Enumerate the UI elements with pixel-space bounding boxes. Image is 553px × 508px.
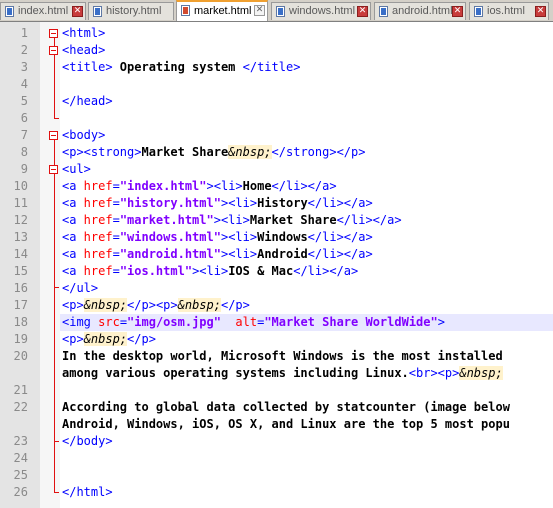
fold-margin[interactable] (40, 22, 60, 508)
tab-windows-html[interactable]: windows.html ✕ (271, 2, 371, 20)
line-number: 9 (20, 162, 28, 176)
html-file-icon (474, 6, 483, 17)
tab-index-html[interactable]: index.html ✕ (0, 2, 86, 20)
code-line-22: According to global data collected by st… (62, 400, 510, 414)
line-number: 11 (13, 196, 28, 210)
line-number: 6 (20, 111, 28, 125)
line-number: 10 (13, 179, 28, 193)
line-number: 21 (13, 383, 28, 397)
code-line-2: <head> (62, 43, 106, 57)
tab-ios-html[interactable]: ios.html ✕ (469, 2, 549, 20)
line-number: 2 (20, 43, 28, 57)
tab-label: ios.html (487, 5, 525, 17)
line-number: 17 (13, 298, 28, 312)
code-line-26: </html> (62, 485, 113, 499)
code-line-14: <a href="android.html"><li>Android</li><… (62, 247, 373, 261)
close-tab-icon[interactable]: ✕ (357, 6, 368, 17)
line-number: 4 (20, 77, 28, 91)
code-line-20-wrap: among various operating systems includin… (62, 366, 503, 380)
tab-market-html[interactable]: market.html ✕ (176, 0, 268, 21)
code-line-1: <html> (62, 26, 106, 40)
tab-label: index.html (18, 5, 69, 17)
tab-label: market.html (194, 5, 252, 17)
line-number: 16 (13, 281, 28, 295)
code-line-15: <a href="ios.html"><li>IOS & Mac</li></a… (62, 264, 359, 278)
close-tab-icon[interactable]: ✕ (452, 6, 463, 17)
html-file-icon (5, 6, 14, 17)
code-line-10: <a href="index.html"><li>Home</li></a> (62, 179, 337, 193)
tab-label: windows.html (289, 5, 356, 17)
close-tab-icon[interactable]: ✕ (535, 6, 546, 17)
code-line-11: <a href="history.html"><li>History</li><… (62, 196, 373, 210)
tab-label: history.html (106, 5, 162, 17)
line-number: 26 (13, 485, 28, 499)
tab-android-html[interactable]: android.html ✕ (374, 2, 466, 20)
html-file-icon (181, 5, 190, 16)
fold-end-marker (54, 287, 59, 288)
tab-label: android.html (392, 5, 453, 17)
line-number: 13 (13, 230, 28, 244)
fold-toggle-icon[interactable] (49, 46, 58, 55)
code-line-8: <p><strong>Market Share&nbsp;</strong></… (62, 145, 366, 159)
fold-toggle-icon[interactable] (49, 29, 58, 38)
code-line-23: </body> (62, 434, 113, 448)
line-number: 18 (13, 315, 28, 329)
tab-history-html[interactable]: history.html (88, 2, 174, 20)
code-line-19: <p>&nbsp;</p> (62, 332, 156, 346)
tab-bar: index.html ✕ history.html market.html ✕ … (0, 0, 553, 22)
line-number: 22 (13, 400, 28, 414)
line-number: 12 (13, 213, 28, 227)
fold-end-marker (54, 492, 59, 493)
code-editor[interactable]: <html> <head> <title> Operating system <… (60, 22, 553, 508)
code-line-9: <ul> (62, 162, 91, 176)
code-line-13: <a href="windows.html"><li>Windows</li><… (62, 230, 373, 244)
html-file-icon (379, 6, 388, 17)
fold-end-marker (54, 118, 59, 119)
code-line-16: </ul> (62, 281, 99, 295)
line-number: 15 (13, 264, 28, 278)
line-number: 7 (20, 128, 28, 142)
html-file-icon (93, 6, 102, 17)
fold-toggle-icon[interactable] (49, 165, 58, 174)
line-number: 23 (13, 434, 28, 448)
html-file-icon (276, 6, 285, 17)
line-number: 3 (20, 60, 28, 74)
line-number: 14 (13, 247, 28, 261)
line-number: 5 (20, 94, 28, 108)
code-line-5: </head> (62, 94, 113, 108)
code-line-22-wrap: Android, Windows, iOS, OS X, and Linux a… (62, 417, 510, 431)
code-line-18: <img src="img/osm.jpg" alt="Market Share… (62, 315, 445, 329)
line-number: 24 (13, 451, 28, 465)
close-tab-icon[interactable]: ✕ (72, 6, 83, 17)
fold-line (54, 140, 55, 492)
line-number-gutter[interactable]: 1 2 3 4 5 6 7 8 9 10 11 12 13 14 15 16 1… (0, 22, 40, 508)
code-line-17: <p>&nbsp;</p><p>&nbsp;</p> (62, 298, 250, 312)
line-number: 1 (20, 26, 28, 40)
code-line-3: <title> Operating system </title> (62, 60, 301, 74)
code-line-12: <a href="market.html"><li>Market Share</… (62, 213, 402, 227)
fold-end-marker (54, 441, 59, 442)
line-number: 8 (20, 145, 28, 159)
fold-toggle-icon[interactable] (49, 131, 58, 140)
close-tab-icon[interactable]: ✕ (254, 5, 265, 16)
line-number: 20 (13, 349, 28, 363)
line-number: 25 (13, 468, 28, 482)
code-line-7: <body> (62, 128, 106, 142)
line-number: 19 (13, 332, 28, 346)
code-line-20: In the desktop world, Microsoft Windows … (62, 349, 503, 363)
